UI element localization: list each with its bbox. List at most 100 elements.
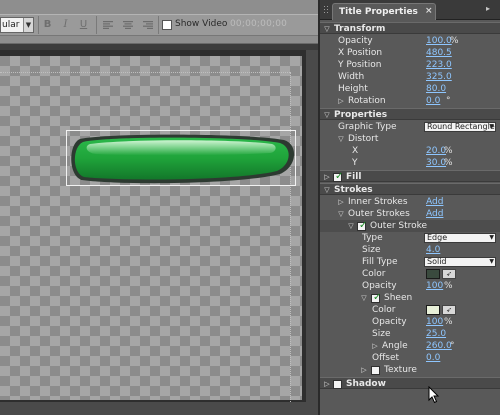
property-row-outer-strokes: ▽ Outer Strokes Add	[320, 208, 500, 220]
property-label: Size	[372, 329, 391, 339]
fill-type-dropdown[interactable]: Solid ▼	[424, 257, 496, 267]
width-value[interactable]: 325.0	[426, 71, 452, 83]
align-right-button[interactable]	[140, 18, 155, 32]
grip-icon[interactable]	[323, 5, 329, 15]
panel-menu-icon[interactable]: ▸	[486, 4, 496, 14]
show-video-label: Show Video	[175, 19, 228, 29]
rotation-value[interactable]: 0.0	[426, 95, 440, 107]
sheen-offset-value[interactable]: 0.0	[426, 352, 440, 364]
section-properties[interactable]: ▽ Properties	[320, 108, 500, 120]
italic-button[interactable]: I	[58, 18, 73, 32]
align-left-icon	[102, 21, 113, 29]
section-shadow[interactable]: ▷ Shadow	[320, 377, 500, 389]
property-label: Outer Strokes	[348, 209, 410, 219]
expand-triangle-icon[interactable]: ▷	[337, 196, 345, 208]
y-position-value[interactable]: 223.0	[426, 59, 452, 71]
sheen-color-swatch[interactable]	[426, 305, 440, 315]
property-row-sheen-opacity: Opacity 100 %	[320, 316, 500, 328]
bold-button[interactable]: B	[40, 18, 55, 32]
expand-triangle-icon[interactable]: ▷	[337, 95, 345, 107]
sheen-checkbox[interactable]: ✓	[371, 292, 382, 303]
property-row-color: Color ➶	[320, 268, 500, 280]
unit-label: °	[446, 96, 451, 106]
section-fill[interactable]: ▷ ✓ Fill	[320, 170, 500, 182]
property-row-distort: ▽ Distort	[320, 133, 500, 145]
stroke-color-swatch[interactable]	[426, 269, 440, 279]
stroke-size-value[interactable]: 4.0	[426, 244, 440, 256]
x-position-value[interactable]: 480.5	[426, 47, 452, 59]
expand-triangle-icon[interactable]: ▷	[371, 340, 379, 352]
section-transform[interactable]: ▽ Transform	[320, 22, 500, 34]
collapse-triangle-icon[interactable]: ▷	[323, 171, 331, 183]
property-label: Rotation	[348, 96, 386, 106]
add-outer-stroke-link[interactable]: Add	[426, 208, 443, 220]
align-center-button[interactable]	[120, 18, 135, 32]
texture-checkbox[interactable]	[371, 366, 380, 375]
timecode-display[interactable]: 00;00;00;00	[230, 19, 287, 29]
titler-toolbar: ular ▼ B I U Show Video 00;00;00;00	[0, 0, 318, 44]
stroke-opacity-value[interactable]: 100	[426, 280, 443, 292]
property-row-sheen-offset: Offset 0.0	[320, 352, 500, 364]
property-label: Fill Type	[362, 257, 398, 267]
property-label: Opacity	[362, 281, 397, 291]
property-row-distort-y: Y 30.0 %	[320, 157, 500, 169]
expand-triangle-icon[interactable]: ▽	[347, 220, 355, 232]
fill-checkbox[interactable]: ✓	[333, 171, 343, 182]
section-label: Transform	[334, 24, 386, 34]
checkmark-icon: ✓	[373, 292, 382, 303]
checkmark-icon: ✓	[359, 220, 368, 231]
shadow-checkbox[interactable]	[333, 380, 342, 389]
expand-triangle-icon[interactable]: ▽	[360, 292, 368, 304]
canvas-vertical-scrollbar[interactable]	[306, 50, 318, 415]
property-label: Color	[372, 305, 396, 315]
property-row-fill-type: Fill Type Solid ▼	[320, 256, 500, 268]
eyedropper-icon[interactable]: ➶	[442, 305, 456, 315]
show-video-checkbox[interactable]	[162, 20, 172, 30]
title-canvas[interactable]	[0, 56, 302, 402]
toolbar-separator	[38, 16, 39, 34]
graphic-type-value: Round Rectangle	[427, 122, 495, 131]
property-label: Height	[338, 84, 368, 94]
property-label: Texture	[384, 365, 417, 375]
expand-triangle-icon[interactable]: ▽	[323, 184, 331, 196]
property-label: Opacity	[372, 317, 407, 327]
property-row-inner-strokes: ▷ Inner Strokes Add	[320, 196, 500, 208]
toolbar-separator	[96, 16, 97, 34]
add-inner-stroke-link[interactable]: Add	[426, 196, 443, 208]
expand-triangle-icon[interactable]: ▽	[337, 133, 345, 145]
toolbar-separator	[158, 16, 159, 34]
opacity-value[interactable]: 100.0	[426, 35, 452, 47]
chevron-down-icon: ▼	[23, 18, 33, 32]
property-row-y-position: Y Position 223.0	[320, 59, 500, 71]
collapse-triangle-icon[interactable]: ▷	[360, 364, 368, 376]
eyedropper-icon[interactable]: ➶	[442, 269, 456, 279]
property-label: Y	[352, 158, 358, 168]
property-label: X	[352, 146, 359, 156]
collapse-triangle-icon[interactable]: ▷	[323, 378, 331, 390]
title-safe-guide	[0, 72, 290, 73]
expand-triangle-icon[interactable]: ▽	[323, 23, 331, 35]
stroke-type-dropdown[interactable]: Edge ▼	[424, 233, 496, 243]
sheen-opacity-value[interactable]: 100	[426, 316, 443, 328]
property-label: Size	[362, 245, 381, 255]
panel-title: Title Properties	[339, 7, 418, 17]
graphic-type-dropdown[interactable]: Round Rectangle ▼	[424, 122, 496, 132]
selection-bounding-box[interactable]	[66, 130, 296, 186]
expand-triangle-icon[interactable]: ▽	[337, 208, 345, 220]
sheen-angle-value[interactable]: 260.0	[426, 340, 452, 352]
section-strokes[interactable]: ▽ Strokes	[320, 183, 500, 195]
font-style-dropdown[interactable]: ular ▼	[0, 17, 34, 33]
close-icon[interactable]: ×	[425, 6, 433, 16]
section-label: Properties	[334, 110, 388, 120]
canvas-horizontal-scrollbar[interactable]	[0, 402, 306, 415]
property-row-sheen: ▽ ✓ Sheen	[320, 292, 500, 304]
align-left-button[interactable]	[100, 18, 115, 32]
tab-title-properties[interactable]: Title Properties ×	[332, 3, 436, 20]
underline-button[interactable]: U	[76, 18, 91, 32]
outer-stroke-checkbox[interactable]: ✓	[357, 220, 368, 231]
property-label: Width	[338, 72, 365, 82]
mouse-pointer-icon	[428, 386, 440, 404]
height-value[interactable]: 80.0	[426, 83, 446, 95]
expand-triangle-icon[interactable]: ▽	[323, 109, 331, 121]
sheen-size-value[interactable]: 25.0	[426, 328, 446, 340]
